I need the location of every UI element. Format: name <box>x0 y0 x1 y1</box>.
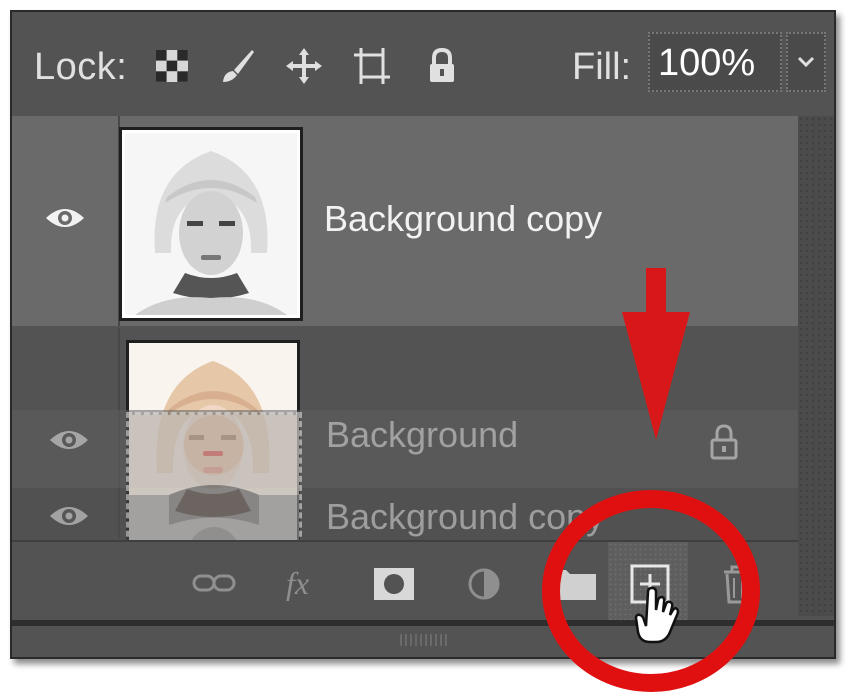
trash-icon[interactable] <box>712 558 764 610</box>
chevron-down-icon <box>797 56 815 68</box>
fill-input[interactable]: 100% <box>648 32 782 92</box>
new-layer-icon[interactable] <box>624 558 676 610</box>
resize-grip[interactable] <box>400 634 450 646</box>
lock-image-pixels-icon[interactable] <box>218 46 258 86</box>
visibility-toggle[interactable] <box>12 116 120 326</box>
portrait-thumbnail-grayscale <box>125 133 297 315</box>
drag-preview-name: Background <box>326 414 519 455</box>
lock-bar: Lock: Fill: 100% <box>12 12 834 118</box>
eye-icon[interactable] <box>44 204 86 232</box>
layer-row-background-copy[interactable]: Background copy <box>12 116 798 326</box>
link-layers-icon[interactable] <box>188 558 240 610</box>
lock-all-icon[interactable] <box>422 46 462 86</box>
artboard-nesting-icon[interactable] <box>352 46 392 86</box>
eye-icon[interactable] <box>48 426 90 454</box>
eye-icon[interactable] <box>48 502 90 530</box>
layer-thumbnail[interactable] <box>119 127 303 321</box>
scrollbar-track[interactable] <box>798 116 834 616</box>
new-group-icon[interactable] <box>548 558 600 610</box>
add-mask-icon[interactable] <box>368 558 420 610</box>
fill-dropdown[interactable] <box>786 32 826 92</box>
adjustment-layer-icon[interactable] <box>458 558 510 610</box>
layer-name[interactable]: Background copy <box>324 198 602 240</box>
lock-position-icon[interactable] <box>284 46 324 86</box>
panel-footer <box>12 620 834 657</box>
fx-icon[interactable]: fx <box>280 558 332 610</box>
svg-text:fx: fx <box>286 565 309 601</box>
layers-panel: Lock: Fill: 100% Background copy Backgro… <box>10 10 836 659</box>
lock-icon <box>710 424 738 460</box>
fill-label: Fill: <box>572 46 632 88</box>
drag-preview-name: Background copy <box>326 496 605 537</box>
lock-label: Lock: <box>34 46 128 88</box>
lock-transparent-pixels-icon[interactable] <box>152 46 192 86</box>
